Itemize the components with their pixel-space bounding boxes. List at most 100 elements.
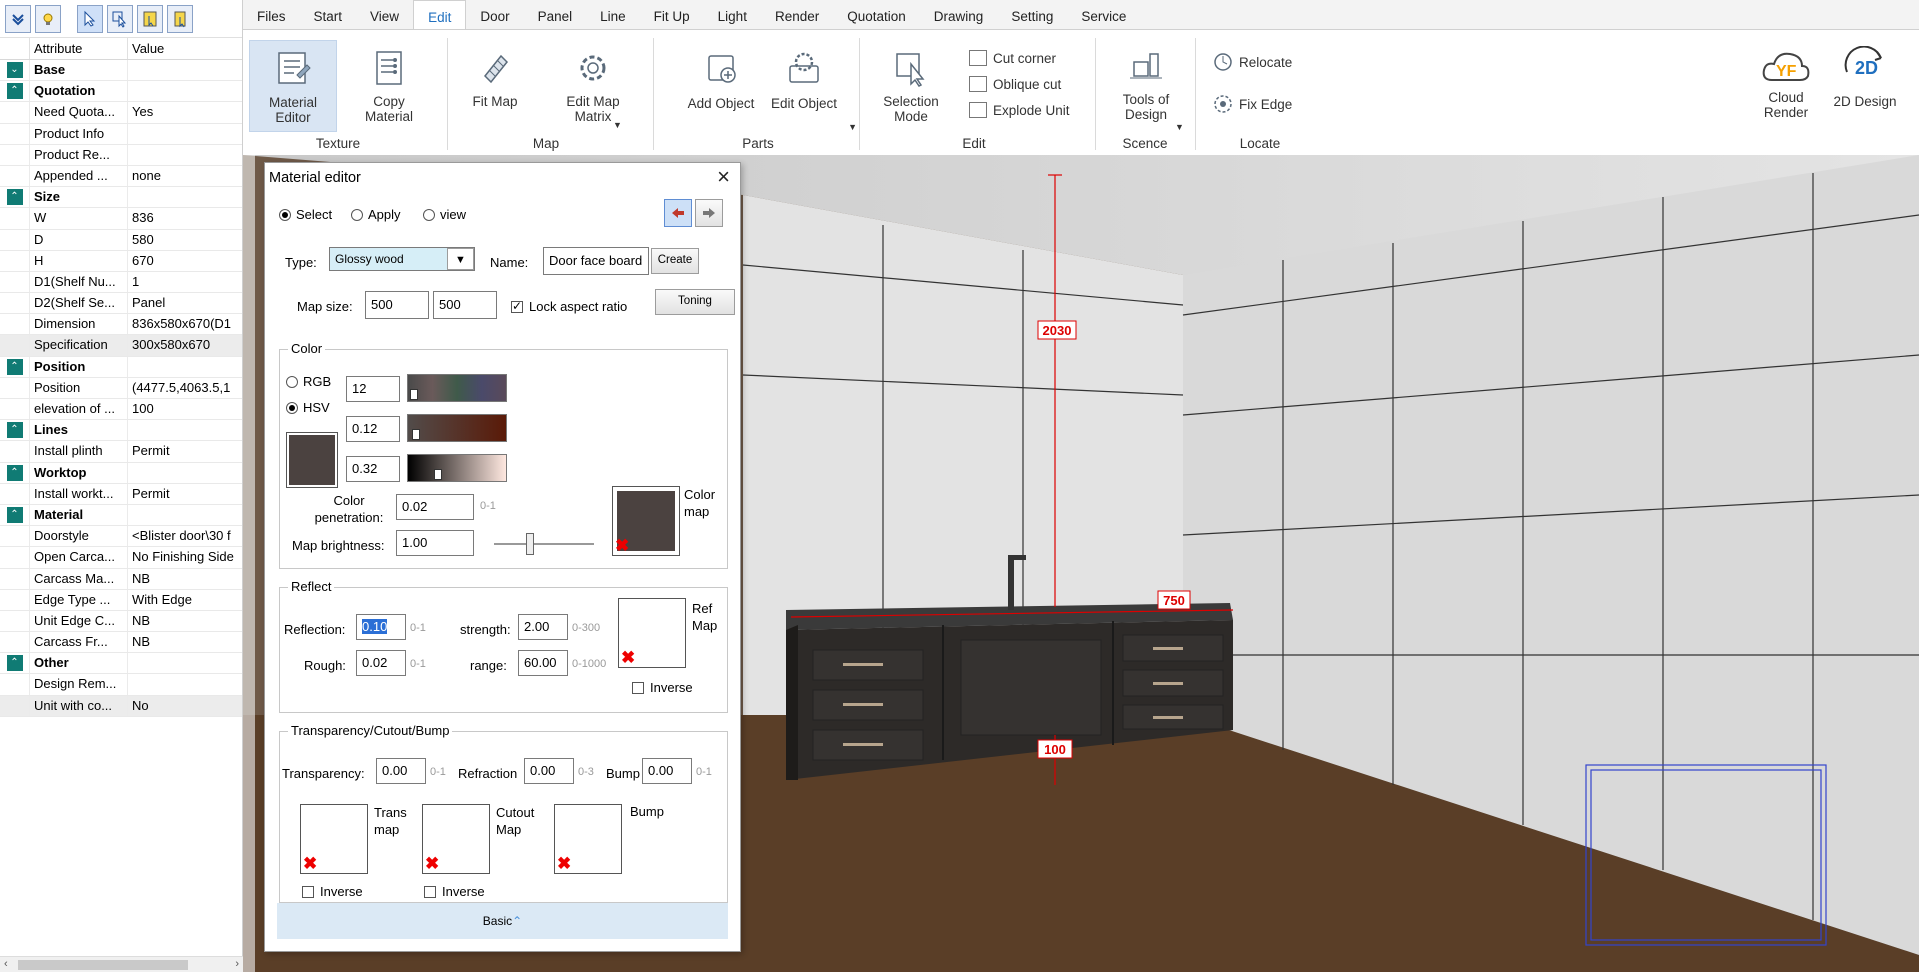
property-group-row[interactable]: ⌃ Quotation xyxy=(0,81,242,103)
property-row[interactable]: Product Info xyxy=(0,123,242,145)
name-input[interactable]: Door face board xyxy=(543,247,649,275)
collapse-icon[interactable]: ⌃ xyxy=(6,189,23,206)
map-brightness-input[interactable]: 1.00 xyxy=(396,530,474,556)
collapse-icon[interactable]: ⌃ xyxy=(6,655,23,672)
property-value[interactable]: 670 xyxy=(128,251,242,271)
cutout-inverse-checkbox[interactable]: Inverse xyxy=(424,884,485,899)
cut-corner-button[interactable]: Cut corner xyxy=(969,50,1056,66)
property-group-row[interactable]: ⌃ Size xyxy=(0,187,242,209)
hue-slider[interactable] xyxy=(407,374,507,402)
saturation-slider-knob[interactable] xyxy=(412,429,420,440)
rough-input[interactable]: 0.02 xyxy=(356,650,406,676)
tab-view[interactable]: View xyxy=(356,0,413,29)
ref-inverse-checkbox[interactable]: Inverse xyxy=(632,680,693,695)
remove-map-icon[interactable]: ✖ xyxy=(425,855,439,872)
horizontal-scrollbar[interactable]: ‹ › xyxy=(0,956,243,972)
property-row[interactable]: D1(Shelf Nu... 1 xyxy=(0,271,242,294)
property-row[interactable]: Appended ... none xyxy=(0,165,242,188)
property-value[interactable] xyxy=(128,124,242,144)
color-map-slot[interactable]: ✖ xyxy=(612,486,680,556)
map-height-input[interactable]: 500 xyxy=(433,291,497,319)
property-value[interactable]: 836x580x670(D1 xyxy=(128,314,242,334)
brightness-slider[interactable] xyxy=(494,543,594,545)
v-input[interactable]: 0.32 xyxy=(346,456,400,482)
multi-select-button[interactable] xyxy=(107,4,133,33)
selection-mode-button[interactable]: Selection Mode xyxy=(871,40,951,132)
reflection-input[interactable]: 0.10 xyxy=(356,614,406,640)
create-button[interactable]: Create xyxy=(651,248,699,274)
property-value[interactable]: Permit xyxy=(128,441,242,461)
property-value[interactable]: Yes xyxy=(128,102,242,122)
oblique-cut-button[interactable]: Oblique cut xyxy=(969,76,1061,92)
property-row[interactable]: W 836 xyxy=(0,208,242,230)
collapse-icon[interactable]: ⌃ xyxy=(6,464,23,481)
remove-map-icon[interactable]: ✖ xyxy=(303,855,317,872)
property-group-row[interactable]: ⌃ Lines xyxy=(0,420,242,442)
tab-fit-up[interactable]: Fit Up xyxy=(640,0,704,29)
trans-map-slot[interactable]: ✖ xyxy=(300,804,368,874)
collapse-icon[interactable]: ⌃ xyxy=(6,358,23,375)
tab-files[interactable]: Files xyxy=(243,0,300,29)
relocate-button[interactable]: Relocate xyxy=(1213,52,1292,72)
property-value[interactable]: NB xyxy=(128,611,242,631)
expand-icon[interactable]: ⌄ xyxy=(6,62,23,79)
brightness-slider-knob[interactable] xyxy=(526,533,534,555)
property-value[interactable]: No xyxy=(128,696,242,716)
tab-setting[interactable]: Setting xyxy=(997,0,1067,29)
property-row[interactable]: Dimension 836x580x670(D1 xyxy=(0,314,242,336)
property-row[interactable]: D 580 xyxy=(0,229,242,251)
property-value[interactable]: 836 xyxy=(128,208,242,228)
rgb-radio[interactable]: RGB xyxy=(286,374,331,389)
saturation-slider[interactable] xyxy=(407,414,507,442)
property-row[interactable]: Install plinth Permit xyxy=(0,441,242,463)
trans-inverse-checkbox[interactable]: Inverse xyxy=(302,884,363,899)
mode-select-radio[interactable]: Select xyxy=(279,207,332,222)
edit-map-matrix-button[interactable]: Edit Map Matrix ▼ xyxy=(551,40,635,132)
property-value[interactable]: none xyxy=(128,166,242,186)
property-row[interactable]: Doorstyle <Blister door\30 f xyxy=(0,526,242,548)
tab-door[interactable]: Door xyxy=(466,0,523,29)
property-row[interactable]: Install workt... Permit xyxy=(0,483,242,505)
tab-service[interactable]: Service xyxy=(1067,0,1140,29)
property-group-row[interactable]: ⌃ Position xyxy=(0,356,242,378)
property-group-row[interactable]: ⌃ Material xyxy=(0,504,242,527)
tab-line[interactable]: Line xyxy=(586,0,640,29)
collapse-icon[interactable]: ⌃ xyxy=(6,507,23,524)
property-value[interactable]: No Finishing Side xyxy=(128,547,242,567)
property-row[interactable]: Product Re... xyxy=(0,144,242,166)
door-select-button[interactable] xyxy=(167,4,193,33)
property-group-row[interactable]: ⌃ Other xyxy=(0,653,242,675)
material-editor-button[interactable]: Material Editor xyxy=(249,40,337,132)
color-swatch[interactable] xyxy=(286,432,338,488)
lock-aspect-checkbox[interactable]: Lock aspect ratio xyxy=(511,299,627,314)
property-value[interactable]: NB xyxy=(128,569,242,589)
remove-map-icon[interactable]: ✖ xyxy=(621,649,635,666)
scroll-left-icon[interactable]: ‹ xyxy=(4,958,8,970)
property-row[interactable]: elevation of ... 100 xyxy=(0,399,242,421)
property-row[interactable]: Open Carca... No Finishing Side xyxy=(0,547,242,569)
cloud-render-button[interactable]: YF Cloud Render xyxy=(1751,46,1821,138)
tab-start[interactable]: Start xyxy=(300,0,357,29)
explode-unit-button[interactable]: Explode Unit xyxy=(969,102,1070,118)
range-input[interactable]: 60.00 xyxy=(518,650,568,676)
property-value[interactable]: Permit xyxy=(128,484,242,504)
property-row[interactable]: Design Rem... xyxy=(0,674,242,696)
toning-button[interactable]: Toning xyxy=(655,289,735,315)
2d-design-button[interactable]: 2D 2D Design xyxy=(1827,46,1903,138)
property-row[interactable]: Specification 300x580x670 xyxy=(0,335,242,357)
copy-material-button[interactable]: Copy Material xyxy=(347,40,431,132)
property-row[interactable]: Edge Type ... With Edge xyxy=(0,589,242,611)
property-row[interactable]: H 670 xyxy=(0,250,242,272)
edit-object-button[interactable]: Edit Object ▼ xyxy=(753,40,857,132)
tab-drawing[interactable]: Drawing xyxy=(920,0,998,29)
strength-input[interactable]: 2.00 xyxy=(518,614,568,640)
property-value[interactable]: NB xyxy=(128,632,242,652)
transparency-input[interactable]: 0.00 xyxy=(376,758,426,784)
property-row[interactable]: D2(Shelf Se... Panel xyxy=(0,293,242,315)
collapse-all-button[interactable] xyxy=(5,4,31,33)
refraction-input[interactable]: 0.00 xyxy=(524,758,574,784)
property-value[interactable]: Panel xyxy=(128,293,242,313)
property-value[interactable]: <Blister door\30 f xyxy=(128,526,242,546)
collapse-icon[interactable]: ⌃ xyxy=(6,83,23,100)
value-slider[interactable] xyxy=(407,454,507,482)
